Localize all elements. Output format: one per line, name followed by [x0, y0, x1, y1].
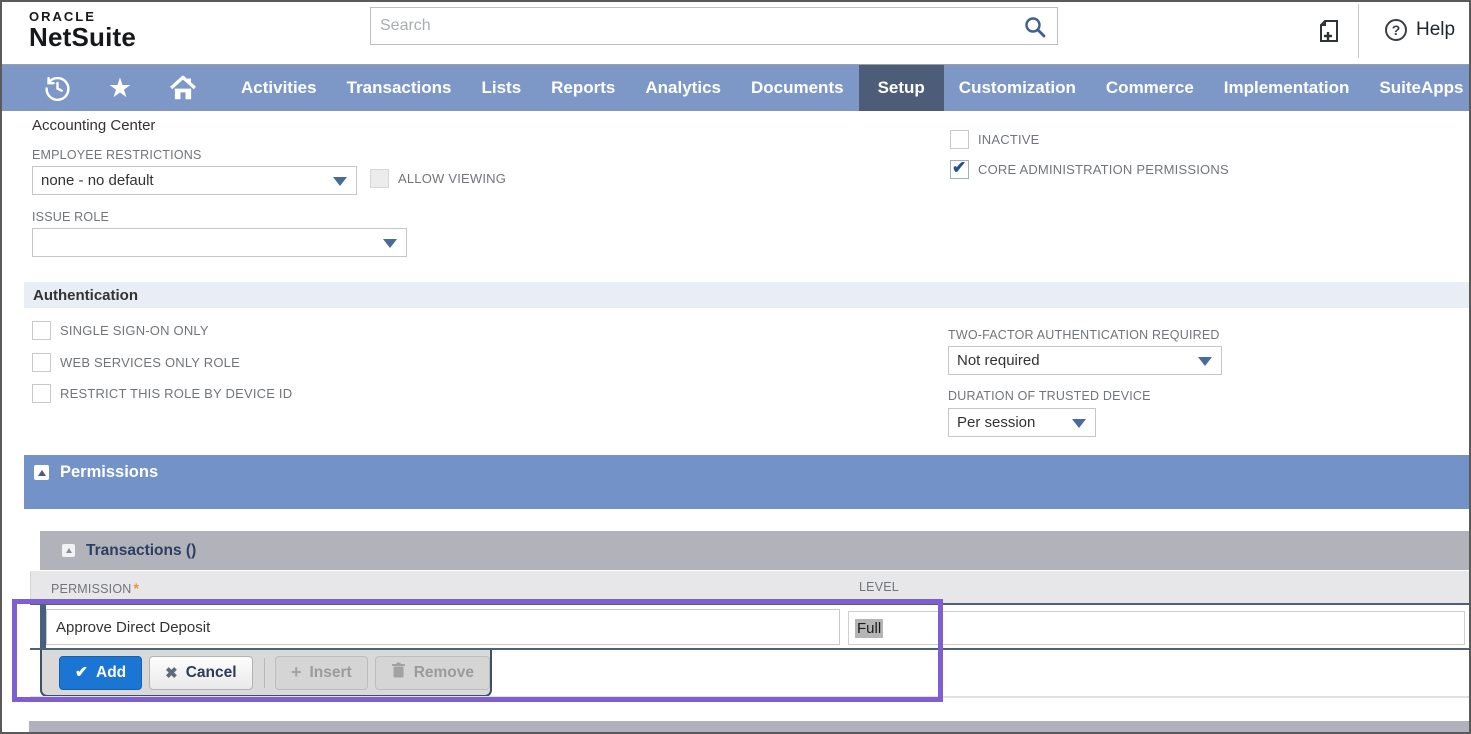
chevron-down-icon — [383, 239, 397, 248]
nav-item-commerce[interactable]: Commerce — [1091, 65, 1209, 111]
shortcuts-star-icon[interactable]: ★ — [105, 75, 135, 102]
permissions-table-header: PERMISSION* LEVEL — [30, 571, 1469, 603]
core-admin-label: CORE ADMINISTRATION PERMISSIONS — [978, 162, 1229, 177]
header-divider — [1358, 4, 1359, 58]
nav-item-transactions[interactable]: Transactions — [332, 65, 467, 111]
web-services-checkbox[interactable] — [32, 353, 51, 372]
trusted-device-label: DURATION OF TRUSTED DEVICE — [948, 389, 1151, 403]
chevron-down-icon — [333, 177, 347, 186]
column-level: LEVEL — [859, 580, 899, 594]
column-permission: PERMISSION* — [51, 580, 139, 596]
employee-restrictions-select[interactable]: none - no default — [32, 166, 357, 195]
chevron-down-icon — [1072, 419, 1086, 428]
allow-viewing-label: ALLOW VIEWING — [398, 171, 506, 186]
level-field[interactable]: Full — [848, 611, 1465, 645]
sso-only-row: SINGLE SIGN-ON ONLY — [32, 321, 209, 340]
nav-item-reports[interactable]: Reports — [536, 65, 630, 111]
role-form-content: PARTNER ROLE Accounting Center EMPLOYEE … — [2, 111, 1469, 732]
core-admin-row: ✔ CORE ADMINISTRATION PERMISSIONS — [950, 160, 1229, 179]
transactions-subtab-title: Transactions () — [86, 542, 196, 560]
required-asterisk: * — [134, 580, 140, 596]
authentication-section-header: Authentication — [24, 282, 1469, 308]
nav-item-documents[interactable]: Documents — [736, 65, 859, 111]
main-navbar: ★ Activities Transactions Lists Reports … — [2, 64, 1469, 111]
trusted-device-select[interactable]: Per session — [948, 408, 1096, 437]
permissions-section-header[interactable]: Permissions — [24, 455, 1469, 509]
nav-item-suiteapps[interactable]: SuiteApps — [1364, 65, 1471, 111]
cancel-button[interactable]: ✖ Cancel — [149, 656, 252, 690]
allow-viewing-checkbox[interactable] — [370, 169, 389, 188]
collapse-icon[interactable] — [34, 465, 49, 480]
issue-role-label: ISSUE ROLE — [32, 210, 109, 224]
center-type-value: Accounting Center — [32, 117, 155, 134]
inactive-label: INACTIVE — [978, 132, 1040, 147]
help-button[interactable]: ? Help — [1385, 19, 1455, 41]
nav-item-activities[interactable]: Activities — [226, 65, 332, 111]
trash-icon — [391, 662, 406, 683]
nav-item-lists[interactable]: Lists — [466, 65, 536, 111]
global-search — [370, 7, 1058, 45]
create-new-icon[interactable] — [1315, 17, 1343, 50]
empty-row-divider — [30, 696, 1469, 698]
checkmark-icon: ✔ — [75, 663, 88, 682]
web-services-row: WEB SERVICES ONLY ROLE — [32, 353, 240, 372]
plus-icon: + — [291, 662, 302, 683]
bottom-section-bar — [29, 721, 1469, 734]
inactive-row: INACTIVE — [950, 130, 1040, 149]
collapse-icon[interactable] — [62, 544, 75, 557]
netsuite-window: ORACLE NetSuite ? Help — [0, 0, 1471, 734]
search-input[interactable] — [371, 8, 1057, 44]
level-selected-text: Full — [855, 619, 883, 638]
recent-records-icon[interactable] — [42, 74, 72, 103]
netsuite-wordmark: NetSuite — [29, 22, 136, 53]
authentication-title: Authentication — [33, 287, 138, 304]
sso-only-checkbox[interactable] — [32, 321, 51, 340]
help-icon: ? — [1385, 19, 1407, 41]
checkmark-icon: ✔ — [952, 158, 966, 178]
two-factor-label: TWO-FACTOR AUTHENTICATION REQUIRED — [948, 328, 1220, 342]
close-icon: ✖ — [165, 664, 178, 682]
add-button[interactable]: ✔ Add — [59, 656, 142, 690]
core-admin-checkbox[interactable]: ✔ — [950, 160, 969, 179]
nav-item-customization[interactable]: Customization — [944, 65, 1091, 111]
permission-edit-row: Approve Direct Deposit Full — [30, 603, 1469, 650]
issue-role-select[interactable] — [32, 228, 407, 257]
permissions-title: Permissions — [60, 463, 158, 509]
insert-button[interactable]: + Insert — [275, 656, 368, 690]
nav-icon-group: ★ — [2, 65, 226, 111]
allow-viewing-row: ALLOW VIEWING — [370, 169, 506, 188]
permission-field[interactable]: Approve Direct Deposit — [46, 609, 840, 645]
nav-item-setup[interactable]: Setup — [859, 65, 944, 111]
two-factor-select[interactable]: Not required — [948, 346, 1222, 375]
help-label: Help — [1416, 19, 1455, 41]
nav-item-implementation[interactable]: Implementation — [1209, 65, 1365, 111]
nav-item-analytics[interactable]: Analytics — [630, 65, 736, 111]
restrict-device-row: RESTRICT THIS ROLE BY DEVICE ID — [32, 384, 292, 403]
inactive-checkbox[interactable] — [950, 130, 969, 149]
netsuite-logo: ORACLE NetSuite — [29, 9, 136, 53]
home-icon[interactable] — [168, 73, 198, 103]
remove-button[interactable]: Remove — [375, 656, 490, 690]
row-edit-toolbar: ✔ Add ✖ Cancel + Insert Remove — [40, 650, 492, 697]
chevron-down-icon — [1198, 357, 1212, 366]
top-header: ORACLE NetSuite ? Help — [2, 2, 1469, 64]
restrict-device-checkbox[interactable] — [32, 384, 51, 403]
search-icon[interactable] — [1023, 15, 1047, 44]
transactions-subtab-header[interactable]: Transactions () — [40, 531, 1469, 570]
employee-restrictions-label: EMPLOYEE RESTRICTIONS — [32, 148, 202, 162]
nav-menu: Activities Transactions Lists Reports An… — [226, 65, 1471, 111]
